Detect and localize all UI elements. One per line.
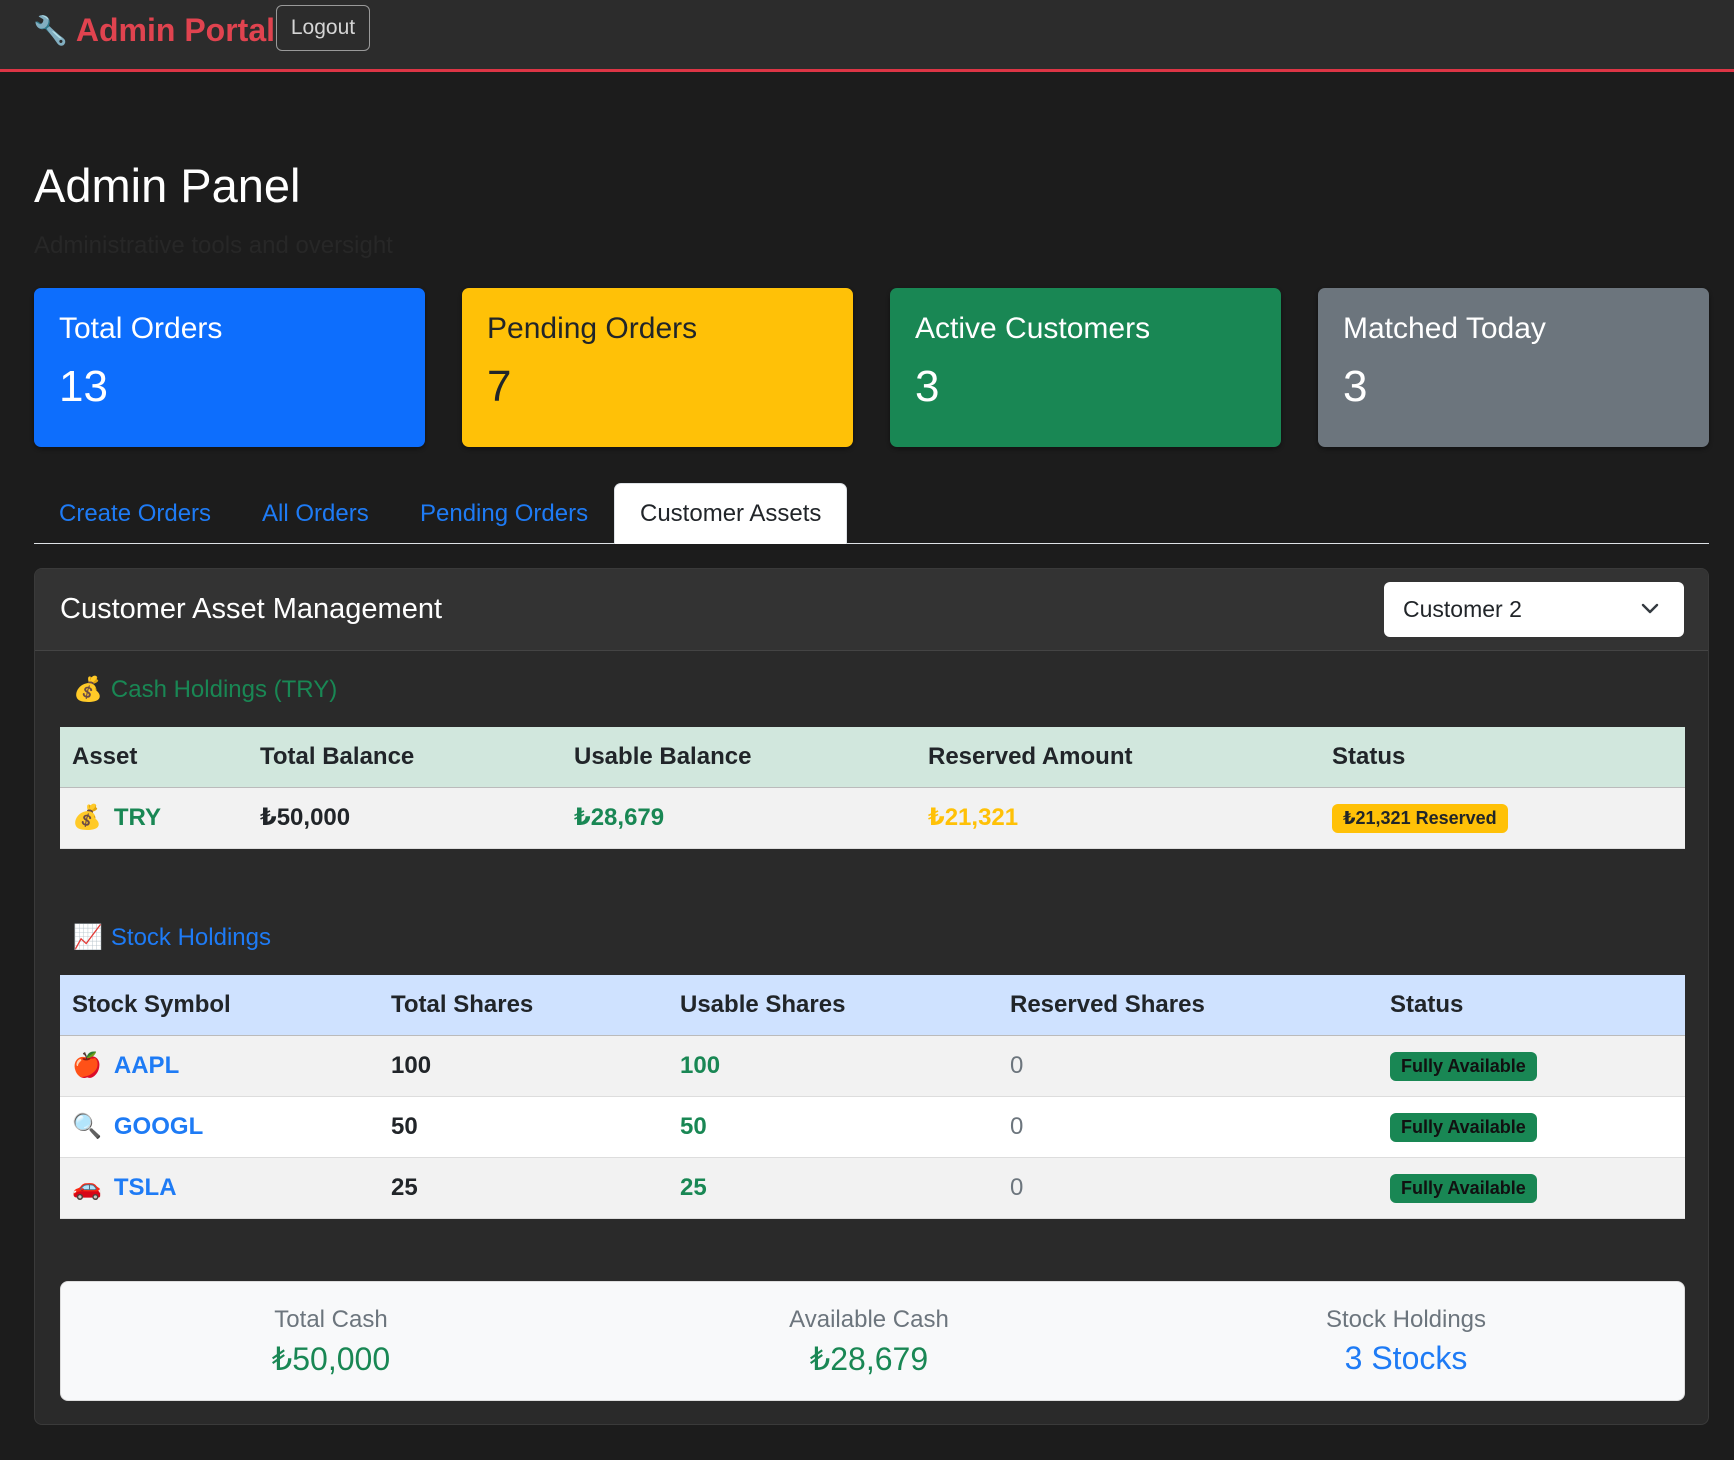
total-balance: ₺50,000 (248, 787, 562, 849)
card-title: Customer Asset Management (60, 593, 443, 625)
summary-stock-holdings: Stock Holdings 3 Stocks (1206, 1306, 1606, 1377)
status-cell: Fully Available (1378, 1035, 1685, 1097)
brand[interactable]: 🔧 Admin Portal (33, 12, 275, 49)
status-badge: Fully Available (1390, 1173, 1537, 1203)
stat-label: Active Customers (915, 312, 1151, 345)
column-header: Total Shares (379, 975, 668, 1036)
usable-balance: ₺28,679 (562, 787, 916, 849)
summary-total-cash: Total Cash ₺50,000 (131, 1306, 531, 1378)
chart-increasing-icon: 📈 (73, 924, 103, 951)
asset-cell: 💰 TRY (60, 787, 248, 849)
reserved-amount: ₺21,321 (916, 787, 1320, 849)
column-header: Reserved Amount (916, 727, 1320, 788)
chevron-down-icon (1641, 603, 1659, 614)
asset-name: TRY (113, 803, 161, 831)
stock-holdings-heading: 📈 Stock Holdings (73, 923, 271, 952)
table-row: 💰 TRY ₺50,000 ₺28,679 ₺21,321 ₺21,321 Re… (60, 787, 1685, 849)
usable-shares: 25 (668, 1157, 998, 1219)
stock-symbol: AAPL (113, 1051, 180, 1079)
reserved-shares: 0 (998, 1035, 1378, 1097)
symbol-cell: 🔍 GOOGL (60, 1096, 379, 1158)
summary-label: Stock Holdings (1325, 1306, 1487, 1333)
summary-label: Available Cash (789, 1306, 949, 1333)
status-badge: Fully Available (1390, 1051, 1537, 1081)
navbar: 🔧 Admin Portal Logout (0, 0, 1734, 72)
summary-value: ₺28,679 (809, 1341, 929, 1377)
reserved-shares: 0 (998, 1157, 1378, 1219)
cash-holdings-title: Cash Holdings (TRY) (110, 675, 338, 703)
status-cell: ₺21,321 Reserved (1320, 787, 1685, 849)
stat-card-pending-orders: Pending Orders 7 (462, 288, 853, 447)
column-header: Usable Balance (562, 727, 916, 788)
tab-pending-orders[interactable]: Pending Orders (395, 483, 613, 544)
usable-shares: 100 (668, 1035, 998, 1097)
stock-symbol: TSLA (113, 1173, 177, 1201)
stat-label: Pending Orders (487, 312, 698, 345)
column-header: Total Balance (248, 727, 562, 788)
tab-all-orders[interactable]: All Orders (237, 483, 394, 544)
column-header: Status (1320, 727, 1685, 788)
column-header: Stock Symbol (60, 975, 379, 1036)
stock-symbol: GOOGL (113, 1112, 204, 1140)
stat-card-matched-today: Matched Today 3 (1318, 288, 1709, 447)
car-icon: 🚗 (72, 1174, 102, 1201)
customer-asset-card: Customer Asset Management Customer 2 💰 C… (34, 568, 1709, 1425)
stock-holdings-title: Stock Holdings (110, 923, 271, 951)
logout-button[interactable]: Logout (276, 5, 370, 51)
stat-value: 7 (487, 362, 512, 411)
magnifier-icon: 🔍 (72, 1113, 102, 1140)
asset-summary: Total Cash ₺50,000 Available Cash ₺28,67… (60, 1281, 1685, 1401)
stat-card-total-orders: Total Orders 13 (34, 288, 425, 447)
cash-holdings-table: Asset Total Balance Usable Balance Reser… (60, 727, 1685, 849)
column-header: Status (1378, 975, 1685, 1036)
money-bag-icon: 💰 (72, 804, 102, 831)
tab-customer-assets[interactable]: Customer Assets (614, 483, 848, 544)
table-header-row: Stock Symbol Total Shares Usable Shares … (60, 975, 1685, 1036)
stock-holdings-table: Stock Symbol Total Shares Usable Shares … (60, 975, 1685, 1219)
apple-icon: 🍎 (72, 1052, 102, 1079)
stat-value: 3 (1343, 362, 1368, 411)
stat-value: 13 (59, 362, 108, 411)
brand-label: Admin Portal (75, 12, 275, 48)
table-row: 🍎 AAPL 100 100 0 Fully Available (60, 1035, 1685, 1097)
column-header: Usable Shares (668, 975, 998, 1036)
total-shares: 50 (379, 1096, 668, 1158)
customer-select[interactable]: Customer 2 (1384, 582, 1684, 637)
summary-value: ₺50,000 (271, 1341, 391, 1377)
column-header: Reserved Shares (998, 975, 1378, 1036)
table-row: 🚗 TSLA 25 25 0 Fully Available (60, 1157, 1685, 1219)
tab-bar: Create Orders All Orders Pending Orders … (34, 483, 1709, 544)
page-title: Admin Panel (34, 159, 301, 212)
symbol-cell: 🚗 TSLA (60, 1157, 379, 1219)
status-cell: Fully Available (1378, 1096, 1685, 1158)
wrench-icon: 🔧 (33, 15, 68, 46)
money-bag-icon: 💰 (73, 676, 103, 703)
card-header: Customer Asset Management Customer 2 (35, 569, 1708, 651)
column-header: Asset (60, 727, 248, 788)
status-cell: Fully Available (1378, 1157, 1685, 1219)
symbol-cell: 🍎 AAPL (60, 1035, 379, 1097)
status-badge: Fully Available (1390, 1112, 1537, 1142)
stat-label: Matched Today (1343, 312, 1546, 345)
stat-card-active-customers: Active Customers 3 (890, 288, 1281, 447)
table-row: 🔍 GOOGL 50 50 0 Fully Available (60, 1096, 1685, 1158)
cash-holdings-heading: 💰 Cash Holdings (TRY) (73, 675, 337, 704)
status-badge: ₺21,321 Reserved (1332, 803, 1508, 833)
table-header-row: Asset Total Balance Usable Balance Reser… (60, 727, 1685, 788)
customer-select-value: Customer 2 (1403, 596, 1522, 622)
total-shares: 100 (379, 1035, 668, 1097)
summary-value: 3 Stocks (1344, 1340, 1468, 1376)
total-shares: 25 (379, 1157, 668, 1219)
usable-shares: 50 (668, 1096, 998, 1158)
reserved-shares: 0 (998, 1096, 1378, 1158)
summary-label: Total Cash (274, 1306, 388, 1333)
stat-label: Total Orders (59, 312, 223, 345)
page-subtitle: Administrative tools and oversight (34, 232, 393, 259)
summary-available-cash: Available Cash ₺28,679 (669, 1306, 1069, 1378)
stat-value: 3 (915, 362, 940, 411)
tab-create-orders[interactable]: Create Orders (34, 483, 236, 544)
